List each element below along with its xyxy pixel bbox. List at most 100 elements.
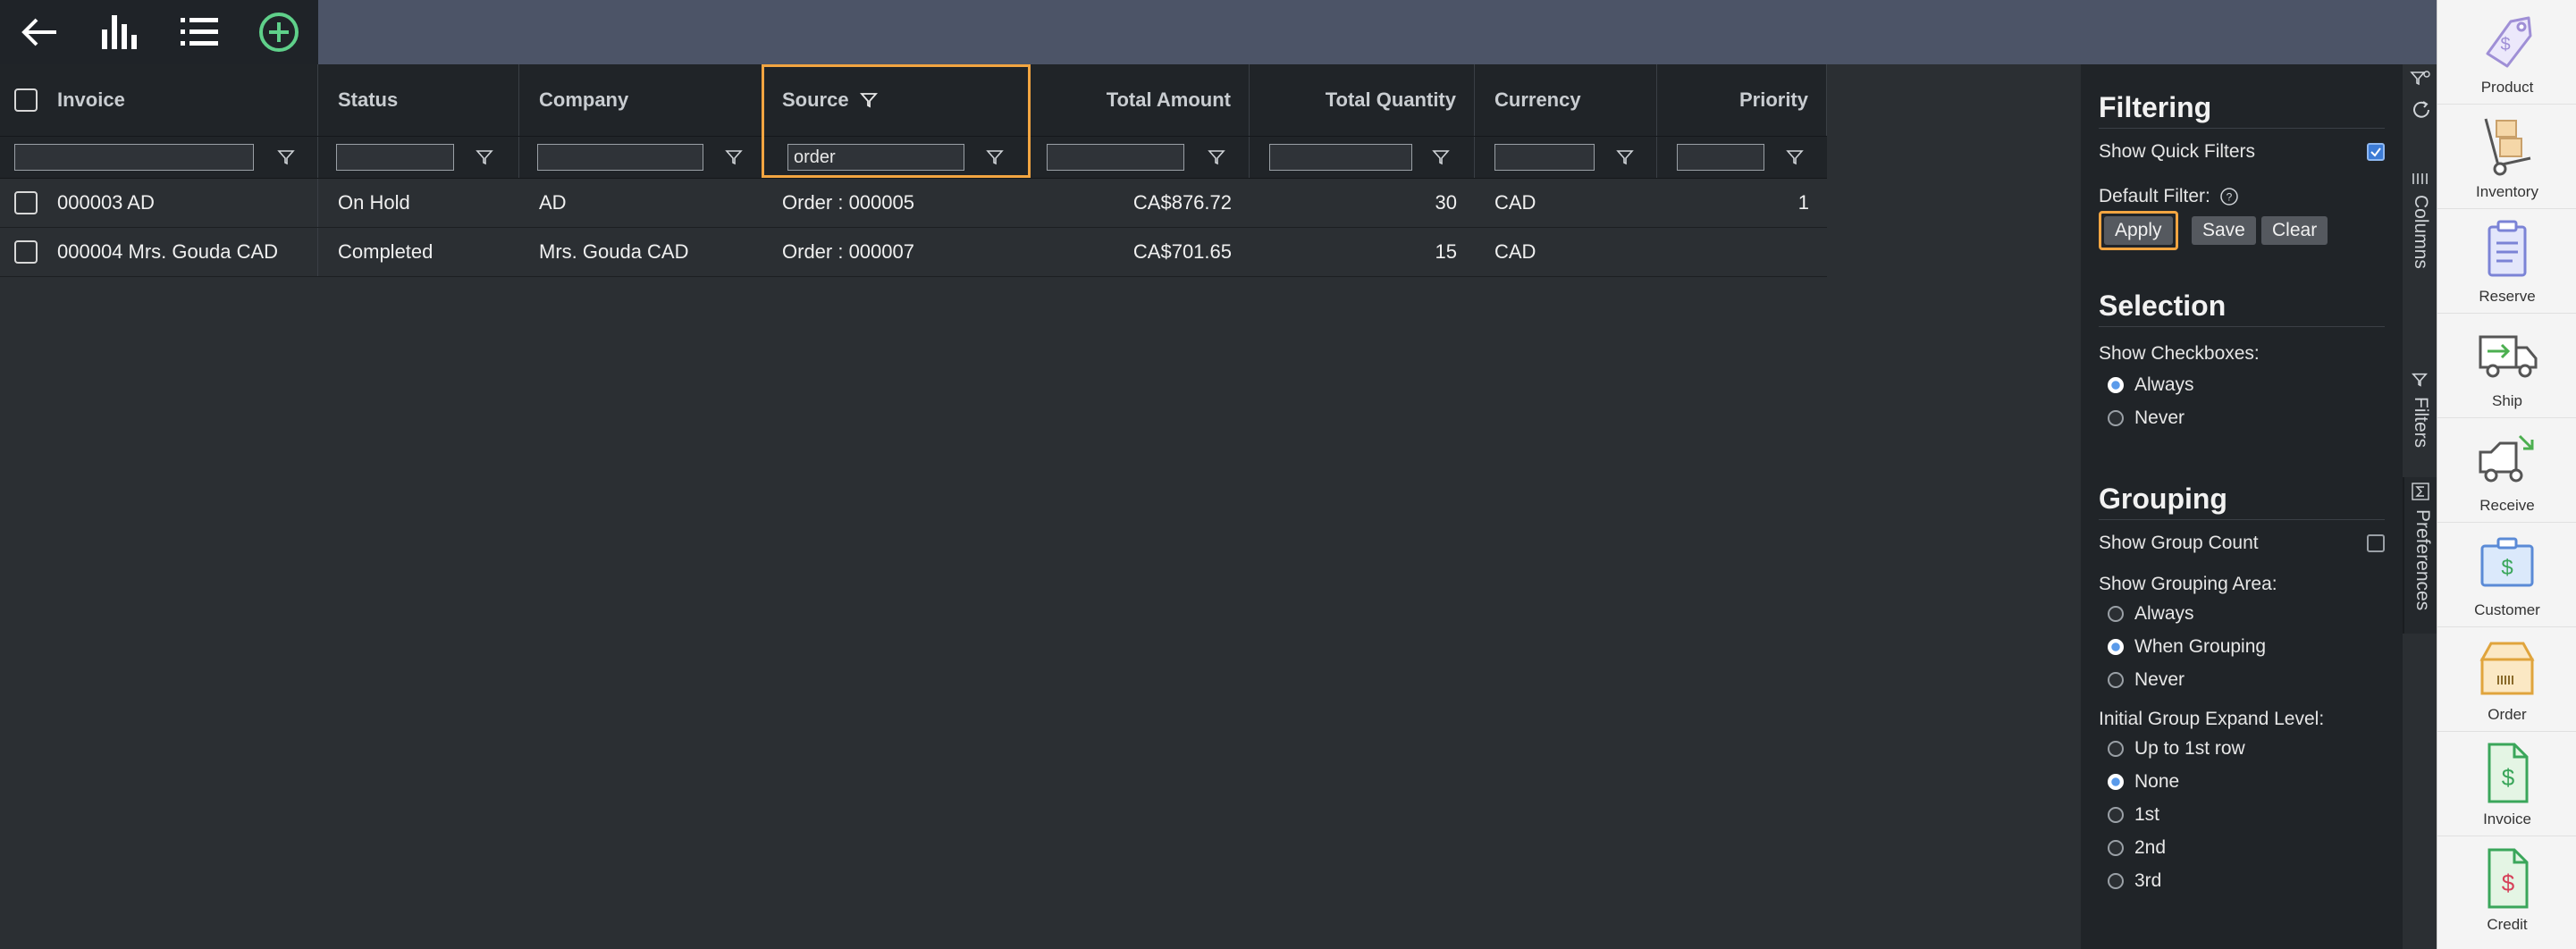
- nav-item-ship[interactable]: Ship: [2437, 314, 2576, 418]
- invoice-value: 000003 AD: [57, 191, 155, 214]
- column-header-total-quantity[interactable]: Total Quantity: [1250, 64, 1475, 136]
- column-header-priority[interactable]: Priority: [1657, 64, 1827, 136]
- add-circle-icon: [258, 13, 299, 52]
- filter-icon[interactable]: [1208, 148, 1225, 166]
- source-cell[interactable]: Order : 000007: [762, 228, 1031, 276]
- invoice-filter-input[interactable]: [14, 144, 254, 171]
- radio-button[interactable]: [2108, 740, 2124, 757]
- radio-expand-1st[interactable]: 1st: [2108, 798, 2403, 831]
- radio-area-always[interactable]: Always: [2108, 597, 2403, 630]
- filter-cell-source: order: [762, 137, 1031, 178]
- show-group-count-row[interactable]: Show Group Count: [2099, 533, 2403, 563]
- radio-label: 3rd: [2134, 869, 2162, 891]
- source-filter-input[interactable]: order: [787, 144, 964, 171]
- radio-expand-up-to-1st-row[interactable]: Up to 1st row: [2108, 732, 2403, 765]
- list-button[interactable]: [159, 0, 239, 64]
- refresh-icon[interactable]: [2410, 98, 2433, 122]
- filter-settings-icon[interactable]: [2410, 70, 2431, 93]
- currency-filter-input[interactable]: [1494, 144, 1595, 171]
- initial-group-expand-label: Initial Group Expand Level:: [2099, 709, 2325, 729]
- total-amount-filter-input[interactable]: [1047, 144, 1184, 171]
- radio-label: Always: [2134, 602, 2194, 624]
- filter-icon[interactable]: [1616, 148, 1634, 166]
- radio-button[interactable]: [2108, 839, 2124, 856]
- add-button[interactable]: [239, 0, 318, 64]
- nav-item-reserve[interactable]: Reserve: [2437, 209, 2576, 314]
- source-cell[interactable]: Order : 000005: [762, 179, 1031, 227]
- radio-button[interactable]: [2108, 671, 2124, 688]
- radio-never[interactable]: Never: [2108, 401, 2403, 434]
- save-button[interactable]: Save: [2192, 216, 2256, 245]
- radio-always[interactable]: Always: [2108, 368, 2403, 401]
- tab-filters[interactable]: Filters: [2403, 304, 2437, 465]
- filter-active-icon: [859, 93, 878, 108]
- filter-icon[interactable]: [1432, 148, 1450, 166]
- company-filter-input[interactable]: [537, 144, 703, 171]
- show-checkboxes-label: Show Checkboxes:: [2099, 343, 2260, 364]
- column-header-company[interactable]: Company: [519, 64, 762, 136]
- back-button[interactable]: [0, 0, 80, 64]
- column-header-currency[interactable]: Currency: [1475, 64, 1657, 136]
- tab-preferences[interactable]: Preferences: [2403, 477, 2438, 634]
- currency-cell: CAD: [1494, 240, 1536, 263]
- table-row[interactable]: 000003 AD On Hold AD Order : 000005 CA$8…: [0, 179, 1827, 228]
- column-header-total-amount[interactable]: Total Amount: [1031, 64, 1250, 136]
- row-checkbox[interactable]: [14, 191, 38, 214]
- show-quick-filters-label: Show Quick Filters: [2099, 141, 2256, 162]
- bar-chart-icon: [101, 15, 137, 49]
- nav-item-label: Credit: [2487, 916, 2528, 933]
- invoice-cell[interactable]: 000003 AD: [0, 179, 318, 227]
- filter-icon[interactable]: [476, 148, 493, 166]
- radio-button[interactable]: [2108, 806, 2124, 823]
- filter-icon[interactable]: [725, 148, 743, 166]
- radio-button[interactable]: [2108, 872, 2124, 889]
- select-all-checkbox[interactable]: [14, 88, 38, 112]
- nav-item-credit[interactable]: $ Credit: [2437, 836, 2576, 941]
- nav-item-product[interactable]: $ Product: [2437, 0, 2576, 105]
- chart-button[interactable]: [80, 0, 159, 64]
- total-quantity-filter-input[interactable]: [1269, 144, 1412, 171]
- radio-area-when-grouping[interactable]: When Grouping: [2108, 630, 2403, 663]
- radio-button[interactable]: [2108, 773, 2124, 790]
- clipboard-icon: [2488, 220, 2527, 277]
- radio-expand-2nd[interactable]: 2nd: [2108, 831, 2403, 864]
- apply-button[interactable]: Apply: [2104, 216, 2173, 245]
- priority-filter-input[interactable]: [1677, 144, 1764, 171]
- radio-label: Up to 1st row: [2134, 737, 2245, 759]
- radio-button[interactable]: [2108, 605, 2124, 622]
- nav-item-label: Receive: [2479, 497, 2535, 514]
- help-icon[interactable]: ?: [2219, 187, 2239, 206]
- table-row[interactable]: 000004 Mrs. Gouda CAD Completed Mrs. Gou…: [0, 228, 1827, 277]
- nav-item-receive[interactable]: Receive: [2437, 418, 2576, 523]
- column-header-status[interactable]: Status: [318, 64, 519, 136]
- toolbar-buttons: [0, 0, 318, 64]
- nav-item-inventory[interactable]: Inventory: [2437, 105, 2576, 209]
- radio-expand-3rd[interactable]: 3rd: [2108, 864, 2403, 897]
- column-header-invoice[interactable]: Invoice: [0, 64, 318, 136]
- filter-icon[interactable]: [1786, 148, 1804, 166]
- svg-text:$: $: [2502, 764, 2515, 791]
- filter-icon[interactable]: [986, 148, 1004, 166]
- radio-expand-none[interactable]: None: [2108, 765, 2403, 798]
- show-group-count-checkbox[interactable]: [2367, 534, 2385, 552]
- show-quick-filters-checkbox[interactable]: [2367, 143, 2385, 161]
- status-filter-input[interactable]: [336, 144, 454, 171]
- column-header-source[interactable]: Source: [762, 64, 1031, 136]
- radio-button[interactable]: [2108, 409, 2124, 426]
- invoice-cell[interactable]: 000004 Mrs. Gouda CAD: [0, 228, 318, 276]
- column-header-label: Currency: [1494, 88, 1581, 111]
- show-quick-filters-row[interactable]: Show Quick Filters: [2099, 141, 2403, 173]
- svg-text:$: $: [2502, 869, 2515, 896]
- row-checkbox[interactable]: [14, 240, 38, 264]
- nav-item-customer[interactable]: $ Customer: [2437, 523, 2576, 627]
- delivery-truck-out-icon: [2479, 335, 2538, 378]
- radio-area-never[interactable]: Never: [2108, 663, 2403, 696]
- section-title: Selection: [2099, 290, 2227, 322]
- nav-item-order[interactable]: Order: [2437, 627, 2576, 732]
- filter-icon[interactable]: [277, 148, 295, 166]
- radio-button[interactable]: [2108, 376, 2124, 393]
- radio-button[interactable]: [2108, 638, 2124, 655]
- nav-item-invoice[interactable]: $ Invoice: [2437, 732, 2576, 836]
- clear-button[interactable]: Clear: [2261, 216, 2328, 245]
- preferences-panel: Filtering Show Quick Filters Default Fil…: [2081, 64, 2403, 949]
